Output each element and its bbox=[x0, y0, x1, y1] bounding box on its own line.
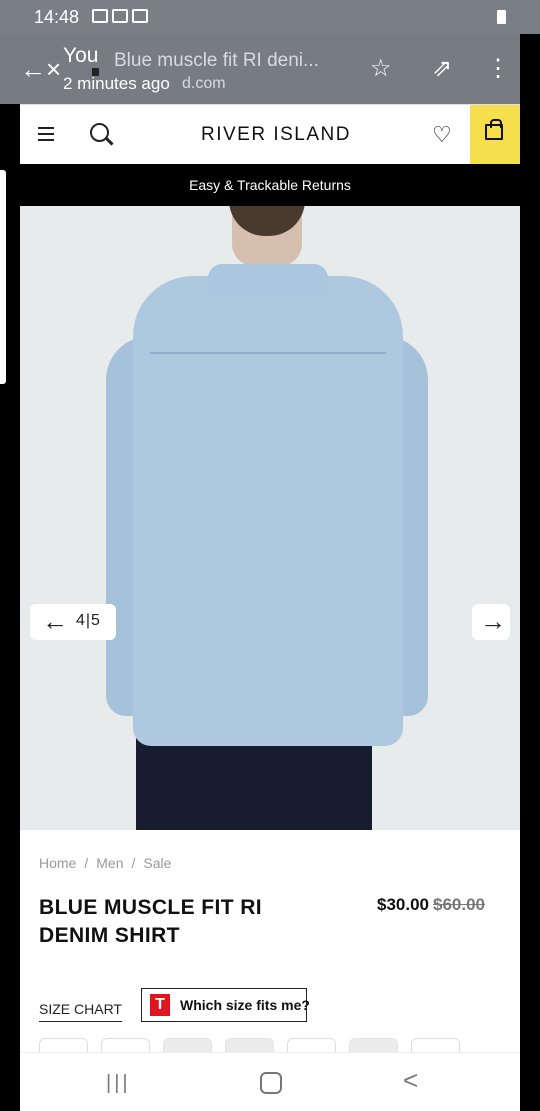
arrow-left-icon: ← bbox=[42, 606, 68, 636]
product-image[interactable]: ← 4|5 → bbox=[20, 206, 520, 830]
size-option[interactable] bbox=[101, 1038, 150, 1052]
size-option[interactable] bbox=[225, 1038, 274, 1052]
next-image-button[interactable]: → bbox=[472, 604, 510, 640]
system-nav-bar: ||| < bbox=[20, 1052, 520, 1111]
image-counter: 4|5 bbox=[76, 612, 101, 629]
product-info: Home / Men / Sale BLUE MUSCLE FIT RI DENIM S… bbox=[20, 830, 520, 1052]
share-icon[interactable]: ⇗ bbox=[432, 54, 452, 83]
back-icon[interactable]: < bbox=[403, 1065, 418, 1096]
bag-button[interactable] bbox=[470, 105, 520, 164]
browser-toolbar: ←× You Blue muscle fit RI deni... 2 minu… bbox=[0, 34, 520, 104]
page-title: Blue muscle fit RI deni... bbox=[114, 50, 319, 71]
edge-panel-handle[interactable] bbox=[0, 170, 6, 384]
breadcrumb-home[interactable]: Home bbox=[39, 855, 76, 871]
size-fit-label: Which size fits me? bbox=[180, 997, 310, 1013]
status-notification-icons bbox=[92, 9, 148, 23]
back-arrow-icon[interactable]: ←× bbox=[20, 54, 61, 85]
size-option[interactable] bbox=[39, 1038, 88, 1052]
product-page: RIVER ISLAND ♡ Easy & Trackable Returns … bbox=[20, 104, 520, 1052]
youtube-icon bbox=[112, 9, 128, 23]
menu-icon[interactable] bbox=[38, 127, 54, 145]
brand-logo[interactable]: RIVER ISLAND bbox=[201, 124, 351, 146]
site-header: RIVER ISLAND ♡ bbox=[20, 104, 520, 165]
size-option[interactable] bbox=[163, 1038, 212, 1052]
recent-apps-icon[interactable]: ||| bbox=[106, 1072, 131, 1095]
status-bar: 14:48 bbox=[0, 0, 540, 34]
price-block: $30.00 $60.00 bbox=[377, 895, 485, 915]
breadcrumb-men[interactable]: Men bbox=[96, 855, 123, 871]
wishlist-heart-icon[interactable]: ♡ bbox=[432, 122, 452, 148]
previous-image-button[interactable]: ← 4|5 bbox=[30, 604, 116, 640]
shopping-bag-icon bbox=[485, 119, 503, 140]
more-options-icon[interactable]: ⋮ bbox=[486, 54, 510, 83]
subtitle: 2 minutes ago bbox=[63, 74, 170, 93]
battery-icon bbox=[497, 10, 506, 24]
product-title: BLUE MUSCLE FIT RI DENIM SHIRT bbox=[39, 896, 263, 947]
domino-icon bbox=[132, 9, 148, 23]
size-option[interactable] bbox=[411, 1038, 460, 1052]
arrow-right-icon: → bbox=[480, 606, 506, 636]
fit-logo-icon: T bbox=[150, 994, 170, 1016]
size-option[interactable] bbox=[287, 1038, 336, 1052]
home-icon[interactable] bbox=[260, 1072, 282, 1094]
image-icon bbox=[92, 9, 108, 23]
size-chart-link[interactable]: SIZE CHART bbox=[39, 1001, 122, 1022]
status-time: 14:48 bbox=[34, 7, 80, 27]
sale-price: $30.00 bbox=[377, 895, 429, 914]
size-options bbox=[39, 1038, 460, 1052]
bookmark-star-icon[interactable]: ☆ bbox=[370, 54, 392, 83]
url-domain: d.com bbox=[182, 75, 226, 92]
promo-banner[interactable]: Easy & Trackable Returns bbox=[20, 164, 520, 206]
search-icon[interactable] bbox=[90, 123, 109, 142]
breadcrumb: Home / Men / Sale bbox=[39, 855, 172, 871]
size-option[interactable] bbox=[349, 1038, 398, 1052]
breadcrumb-sale[interactable]: Sale bbox=[143, 855, 171, 871]
tab-source-label: You bbox=[63, 44, 99, 67]
size-fit-button[interactable]: T Which size fits me? bbox=[141, 988, 310, 1022]
original-price: $60.00 bbox=[433, 895, 485, 914]
